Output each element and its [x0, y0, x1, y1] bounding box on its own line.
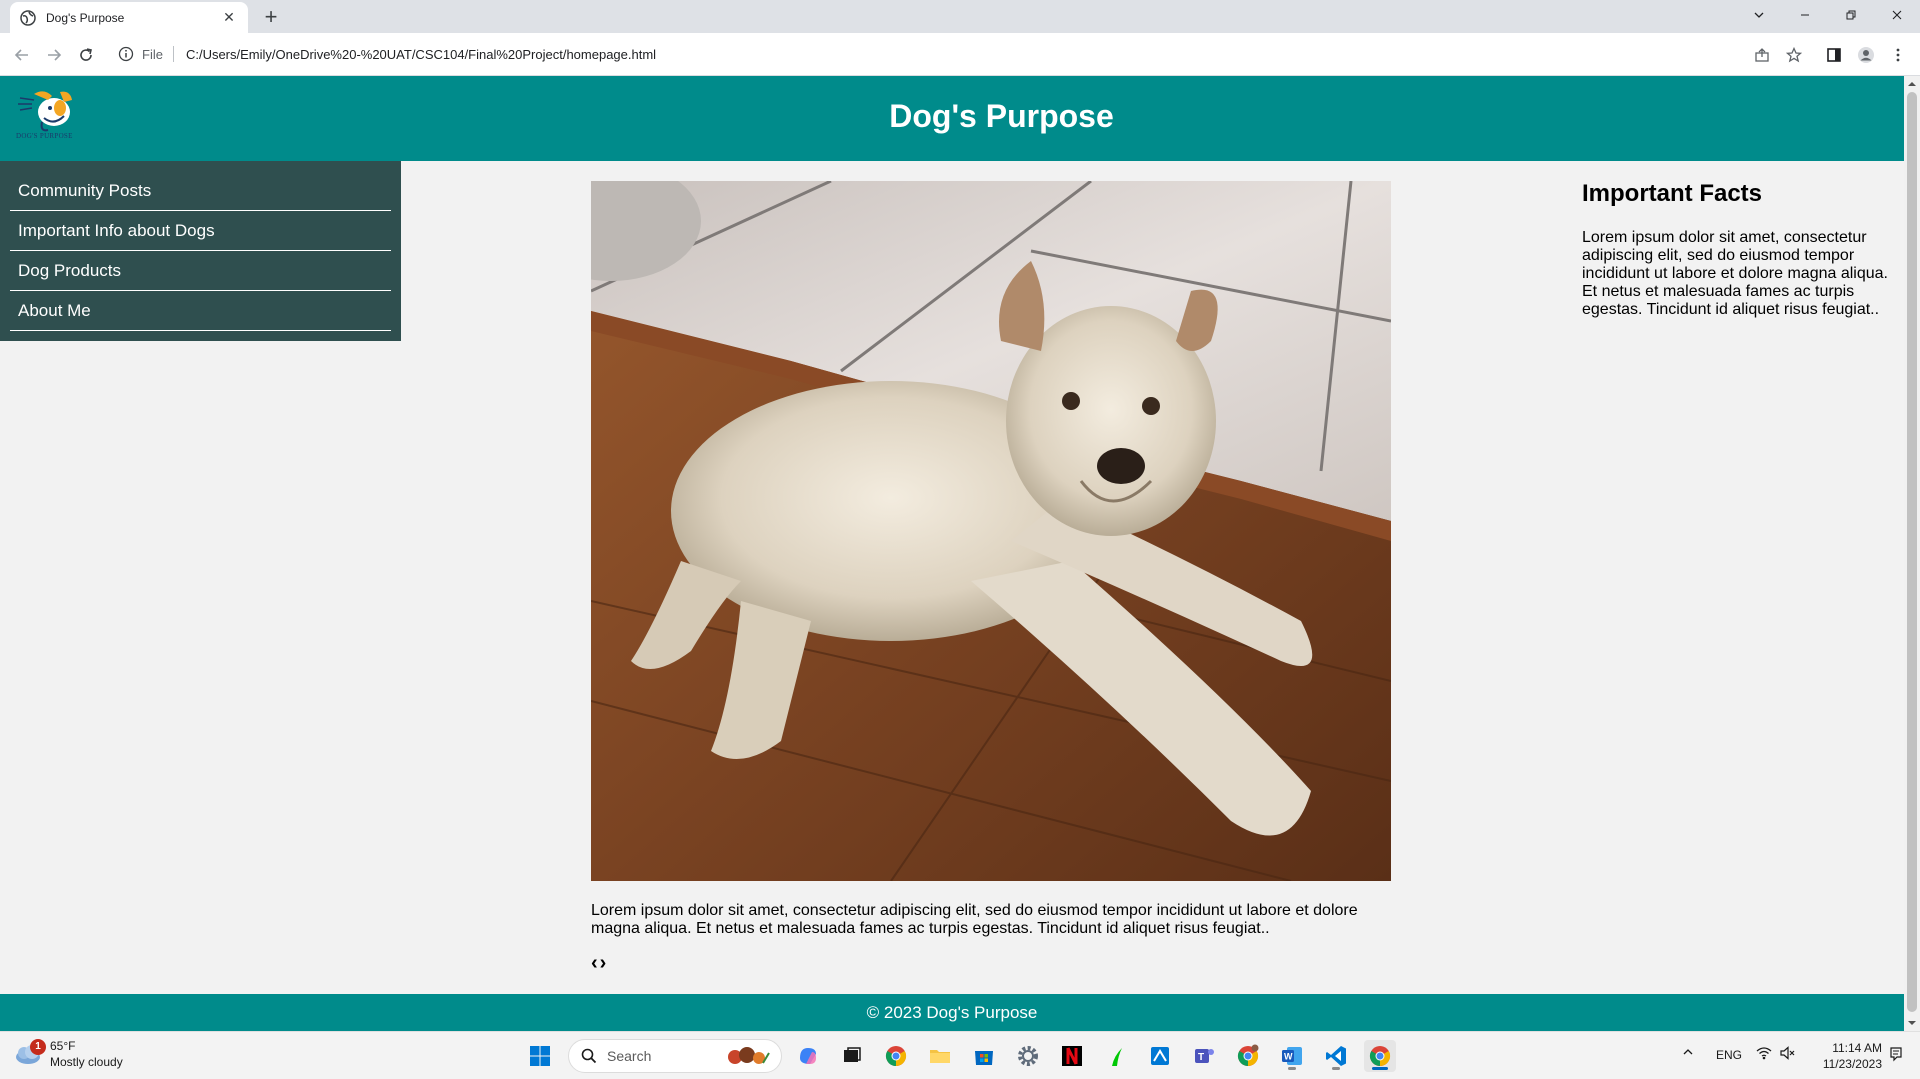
remote-desktop-icon[interactable]: [1144, 1040, 1176, 1072]
wifi-icon[interactable]: [1756, 1046, 1772, 1063]
running-indicator-active: [1372, 1067, 1388, 1070]
important-facts-heading: Important Facts: [1582, 180, 1763, 207]
svg-text:W: W: [1284, 1052, 1293, 1062]
settings-gear-icon[interactable]: [1012, 1040, 1044, 1072]
address-bar[interactable]: File C:/Users/Emily/OneDrive%20-%20UAT/C…: [110, 38, 1790, 70]
address-separator: [172, 46, 174, 62]
next-arrow-icon[interactable]: ›: [600, 952, 607, 974]
robinhood-icon[interactable]: [1100, 1040, 1132, 1072]
weather-widget[interactable]: 1 65°F Mostly cloudy: [14, 1038, 123, 1070]
windows-start-icon[interactable]: [524, 1040, 556, 1072]
reload-icon[interactable]: [72, 41, 100, 69]
menu-icon[interactable]: [1888, 45, 1908, 65]
weather-badge: 1: [30, 1039, 46, 1055]
address-url[interactable]: C:/Users/Emily/OneDrive%20-%20UAT/CSC104…: [186, 47, 656, 62]
folder-icon[interactable]: [924, 1040, 956, 1072]
tab-title: Dog's Purpose: [46, 10, 125, 25]
weather-desc: Mostly cloudy: [50, 1055, 123, 1069]
nav-dog-products[interactable]: Dog Products: [10, 251, 391, 291]
weather-temp: 65°F: [50, 1039, 76, 1053]
sidepanel-icon[interactable]: [1824, 45, 1844, 65]
copilot-icon[interactable]: [792, 1040, 824, 1072]
globe-icon: [20, 9, 36, 26]
cloud-icon: 1: [14, 1039, 46, 1067]
store-icon[interactable]: [968, 1040, 1000, 1072]
svg-text:T: T: [1198, 1052, 1204, 1063]
info-icon[interactable]: [118, 46, 134, 62]
new-tab-plus-icon[interactable]: +: [258, 4, 284, 30]
back-icon[interactable]: [8, 41, 36, 69]
task-view-icon[interactable]: [836, 1040, 868, 1072]
chrome-icon[interactable]: [880, 1040, 912, 1072]
browser-toolbar: File C:/Users/Emily/OneDrive%20-%20UAT/C…: [0, 33, 1920, 76]
scroll-up-icon[interactable]: [1908, 80, 1916, 88]
scroll-down-icon[interactable]: [1908, 1019, 1916, 1027]
windows-taskbar: 1 65°F Mostly cloudy Search T W ENG 11:1…: [0, 1031, 1920, 1079]
netflix-icon[interactable]: [1056, 1040, 1088, 1072]
main-paragraph: Lorem ipsum dolor sit amet, consectetur …: [591, 902, 1358, 937]
close-tab-icon[interactable]: ✕: [220, 9, 238, 26]
profile-icon[interactable]: [1856, 45, 1876, 65]
clock-time: 11:14 AM: [1832, 1041, 1882, 1055]
slideshow-controls: ‹ ›: [591, 952, 608, 975]
nav-about-me[interactable]: About Me: [10, 291, 391, 331]
taskbar-search[interactable]: Search: [568, 1039, 782, 1073]
search-placeholder: Search: [607, 1048, 652, 1064]
site-header: DOG'S PURPOSE Dog's Purpose: [0, 76, 1904, 161]
important-facts-text: Lorem ipsum dolor sit amet, consectetur …: [1582, 229, 1888, 318]
nav-important-info[interactable]: Important Info about Dogs: [10, 211, 391, 251]
prev-arrow-icon[interactable]: ‹: [591, 952, 598, 974]
clock-date: 11/23/2023: [1822, 1057, 1882, 1071]
tab-search-chevron-icon[interactable]: [1736, 0, 1782, 30]
scheme-label: File: [142, 46, 163, 62]
teams-icon[interactable]: T: [1188, 1040, 1220, 1072]
notification-icon[interactable]: [1888, 1046, 1904, 1065]
browser-tab[interactable]: Dog's Purpose ✕: [10, 2, 248, 33]
site-footer: © 2023 Dog's Purpose: [0, 994, 1904, 1031]
page-scrollbar[interactable]: [1904, 76, 1920, 1031]
restore-icon[interactable]: [1828, 0, 1874, 30]
running-indicator: [1288, 1067, 1296, 1070]
web-page: DOG'S PURPOSE Dog's Purpose Community Po…: [0, 76, 1904, 1031]
chrome-active-icon[interactable]: [1364, 1040, 1396, 1072]
forward-icon[interactable]: [40, 41, 68, 69]
language-indicator[interactable]: ENG: [1716, 1048, 1742, 1062]
search-highlight-icon: [728, 1047, 770, 1064]
dog-photo: [591, 181, 1391, 881]
side-navigation: Community Posts Important Info about Dog…: [0, 161, 401, 341]
tray-overflow-chevron-icon[interactable]: [1682, 1046, 1694, 1061]
star-icon[interactable]: [1784, 45, 1804, 65]
site-title: Dog's Purpose: [889, 98, 1114, 134]
speaker-muted-icon[interactable]: [1780, 1046, 1796, 1063]
chrome-profile-icon[interactable]: [1232, 1040, 1264, 1072]
minimize-icon[interactable]: [1782, 0, 1828, 30]
vscode-icon[interactable]: [1320, 1040, 1352, 1072]
word-icon[interactable]: W: [1276, 1040, 1308, 1072]
running-indicator: [1332, 1067, 1340, 1070]
scroll-thumb[interactable]: [1907, 92, 1917, 1012]
share-icon[interactable]: [1752, 45, 1772, 65]
search-icon: [581, 1048, 597, 1064]
nav-community-posts[interactable]: Community Posts: [10, 171, 391, 211]
close-window-icon[interactable]: [1874, 0, 1920, 30]
browser-tab-bar: Dog's Purpose ✕ +: [0, 0, 1920, 33]
system-clock[interactable]: 11:14 AM 11/23/2023: [1812, 1040, 1882, 1072]
